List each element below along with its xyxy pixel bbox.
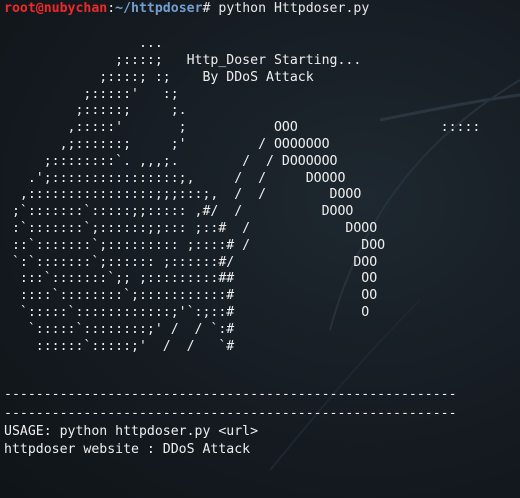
ascii-banner-art: ... ;::::; Http_Doser Starting... ;::::;… — [11, 36, 481, 354]
prompt-separator: : — [107, 1, 116, 16]
prompt-symbol: # — [202, 1, 219, 16]
footer-block: ----------------------------------------… — [4, 386, 518, 459]
command-prompt-line: root@nubychan:~/httpdoser# python Httpdo… — [4, 0, 518, 18]
prompt-path: ~/httpdoser — [115, 1, 203, 16]
divider-line-1: ----------------------------------------… — [4, 387, 457, 403]
divider-line-2: ----------------------------------------… — [4, 405, 457, 421]
usage-text: USAGE: python httpdoser.py <url> — [4, 423, 259, 439]
prompt-user-host: root@nubychan — [4, 1, 108, 16]
website-text: httpdoser website : DDoS Attack — [4, 441, 251, 457]
terminal-window[interactable]: root@nubychan:~/httpdoser# python Httpdo… — [0, 0, 520, 498]
terminal-output: root@nubychan:~/httpdoser# python Httpdo… — [4, 0, 518, 459]
blank-lines — [4, 355, 518, 386]
prompt-command: python Httpdoser.py — [218, 1, 370, 16]
